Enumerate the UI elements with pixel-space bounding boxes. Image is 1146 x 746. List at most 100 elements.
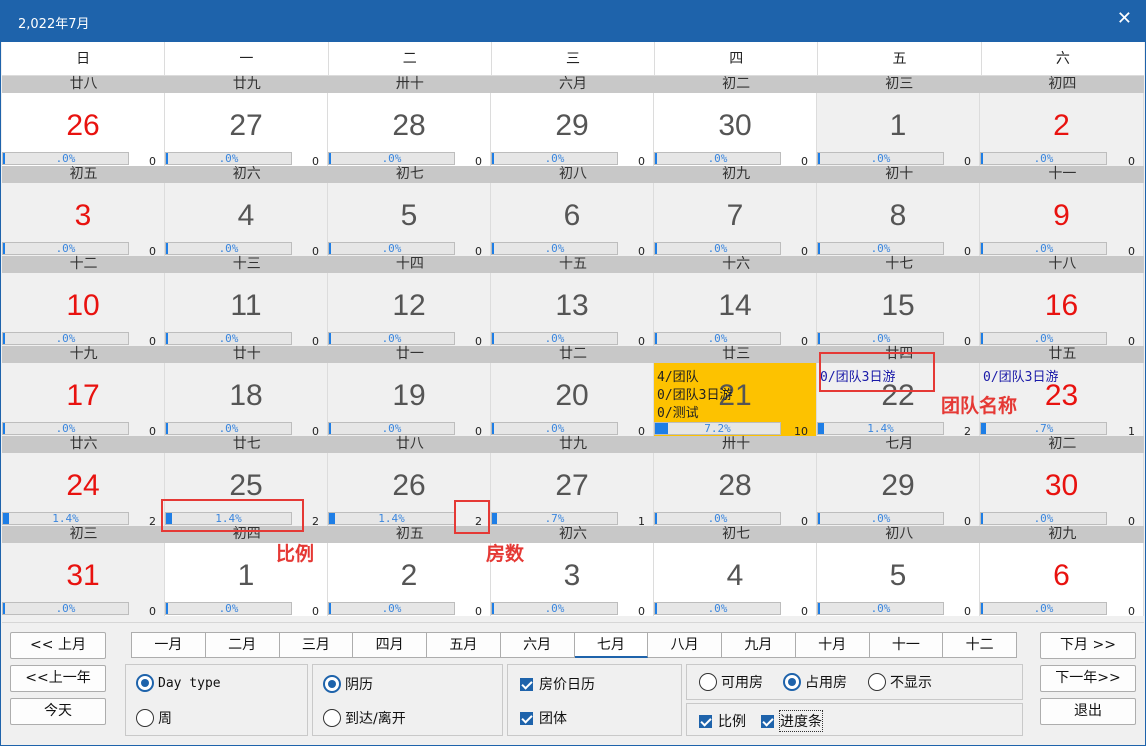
day-cell[interactable]: 18.0% 0 — [165, 363, 328, 438]
tab-month-11[interactable]: 十一 — [869, 632, 944, 658]
room-count: 0 — [475, 605, 482, 618]
day-cell[interactable]: 15.0% 0 — [817, 273, 980, 348]
day-cell[interactable]: 14.0% 0 — [654, 273, 817, 348]
day-cell[interactable]: 6.0% 0 — [980, 543, 1144, 618]
prev-month-button[interactable]: << 上月 — [10, 632, 106, 659]
tab-month-3[interactable]: 三月 — [279, 632, 354, 658]
day-cell[interactable]: 21 4/团队 0/团队3日游 0/测试 7.2% 10 — [654, 363, 817, 438]
tab-month-7[interactable]: 七月 — [574, 632, 649, 658]
day-cell[interactable]: 30.0% 0 — [980, 453, 1144, 528]
ratio-checkbox[interactable]: 比例 — [699, 711, 746, 731]
occupancy-progress-bar: .0% — [165, 242, 292, 255]
occupancy-ratio: .0% — [1033, 332, 1054, 345]
day-cell[interactable]: 8.0% 0 — [817, 183, 980, 258]
available-rooms-radio[interactable]: 可用房 — [699, 672, 763, 692]
today-button[interactable]: 今天 — [10, 698, 106, 725]
day-cell[interactable]: 10.0% 0 — [2, 273, 165, 348]
prev-year-button[interactable]: <<上一年 — [10, 665, 106, 692]
tab-month-10[interactable]: 十月 — [795, 632, 870, 658]
occupancy-progress-bar: .0% — [980, 152, 1107, 165]
group-checkbox[interactable]: 团体 — [520, 708, 567, 728]
tab-month-6[interactable]: 六月 — [500, 632, 575, 658]
hide-radio[interactable]: 不显示 — [868, 672, 932, 692]
day-cell[interactable]: 28.0% 0 — [654, 453, 817, 528]
progress-bar-checkbox[interactable]: 进度条 — [761, 710, 823, 732]
lunar-radio[interactable]: 阴历 — [323, 674, 373, 694]
day-cell[interactable]: 5.0% 0 — [328, 183, 491, 258]
occupancy-progress-bar: .0% — [817, 242, 944, 255]
tab-month-8[interactable]: 八月 — [648, 632, 722, 658]
tab-month-5[interactable]: 五月 — [427, 632, 501, 658]
day-cell[interactable]: 12.0% 0 — [328, 273, 491, 348]
day-cell[interactable]: 6.0% 0 — [491, 183, 654, 258]
occupancy-progress-bar: .0% — [980, 512, 1107, 525]
day-cell[interactable]: 28.0% 0 — [328, 93, 491, 168]
occupancy-progress-bar: .0% — [980, 332, 1107, 345]
day-cell[interactable]: 16.0% 0 — [980, 273, 1144, 348]
day-cell[interactable]: 27.7% 1 — [491, 453, 654, 528]
day-cell[interactable]: 7.0% 0 — [654, 183, 817, 258]
occupancy-ratio: 1.4% — [378, 512, 405, 525]
price-calendar-checkbox[interactable]: 房价日历 — [520, 674, 595, 694]
exit-button[interactable]: 退出 — [1040, 698, 1136, 725]
occupancy-progress-bar: .0% — [2, 602, 129, 615]
occupied-rooms-radio[interactable]: 占用房 — [783, 672, 847, 692]
day-cell[interactable]: 29.0% 0 — [491, 93, 654, 168]
occupancy-progress-bar: .0% — [654, 152, 781, 165]
day-cell[interactable]: 11.0% 0 — [165, 273, 328, 348]
occupancy-ratio: .0% — [381, 422, 402, 435]
arrive-leave-radio[interactable]: 到达/离开 — [323, 708, 406, 728]
day-cell[interactable]: 9.0% 0 — [980, 183, 1144, 258]
day-cell[interactable]: 4.0% 0 — [165, 183, 328, 258]
day-cell[interactable]: 26.0% 0 — [2, 93, 165, 168]
next-month-button[interactable]: 下月 >> — [1040, 632, 1136, 659]
occupancy-progress-bar: .7% — [980, 422, 1107, 435]
lunar-date: 廿一 — [395, 346, 424, 362]
occupancy-progress-bar: .0% — [654, 242, 781, 255]
day-number: 16 — [1044, 289, 1079, 322]
day-cell[interactable]: 26 1.4% 2 — [328, 453, 491, 528]
day-number: 9 — [1053, 199, 1070, 232]
next-year-button[interactable]: 下一年>> — [1040, 665, 1136, 692]
day-cell[interactable]: 29.0% 0 — [817, 453, 980, 528]
day-cell[interactable]: 19.0% 0 — [328, 363, 491, 438]
occupancy-progress-bar: 1.4% — [2, 512, 129, 525]
day-type-radio[interactable]: Day type — [136, 674, 221, 692]
tab-month-2[interactable]: 二月 — [205, 632, 280, 658]
lunar-date: 初七 — [395, 166, 424, 182]
week-radio[interactable]: 周 — [136, 708, 172, 728]
lunar-date: 初九 — [1048, 526, 1077, 542]
day-number: 26 — [66, 109, 100, 142]
day-cell[interactable]: 2.0% 0 — [328, 543, 491, 618]
occupancy-progress-bar: .0% — [491, 242, 618, 255]
lunar-date: 廿二 — [558, 346, 587, 362]
lunar-date: 初七 — [722, 526, 751, 542]
weekday-wed: 三 — [492, 42, 656, 75]
tab-month-9[interactable]: 九月 — [722, 632, 796, 658]
day-cell[interactable]: 2.0% 0 — [980, 93, 1144, 168]
occupancy-progress-bar: .0% — [2, 332, 129, 345]
occupancy-ratio: .7% — [1033, 422, 1054, 435]
day-cell[interactable]: 25 1.4% 2 — [165, 453, 328, 528]
lunar-date: 初九 — [722, 166, 751, 182]
day-cell[interactable]: 24 1.4% 2 — [2, 453, 165, 528]
close-icon[interactable]: ✕ — [1117, 9, 1132, 29]
day-cell[interactable]: 31 .0% 0 — [2, 543, 165, 618]
occupancy-progress-bar: .0% — [817, 602, 944, 615]
day-cell[interactable]: 13.0% 0 — [491, 273, 654, 348]
tab-month-4[interactable]: 四月 — [353, 632, 427, 658]
day-number: 3 — [74, 199, 92, 232]
day-cell[interactable]: 3.0% 0 — [2, 183, 165, 258]
day-cell[interactable]: 1.0% 0 — [817, 93, 980, 168]
occupancy-progress-bar: 1.4% — [165, 512, 292, 525]
day-cell[interactable]: 30.0% 0 — [654, 93, 817, 168]
tab-month-12[interactable]: 十二 — [943, 632, 1017, 658]
tab-month-1[interactable]: 一月 — [131, 632, 206, 658]
occupancy-progress-bar: .0% — [165, 152, 292, 165]
day-cell[interactable]: 5.0% 0 — [817, 543, 980, 618]
day-cell[interactable]: 27.0% 0 — [165, 93, 328, 168]
occupancy-progress-bar: .0% — [165, 332, 292, 345]
day-cell[interactable]: 20.0% 0 — [491, 363, 654, 438]
day-cell[interactable]: 17.0% 0 — [2, 363, 165, 438]
day-cell[interactable]: 4.0% 0 — [654, 543, 817, 618]
